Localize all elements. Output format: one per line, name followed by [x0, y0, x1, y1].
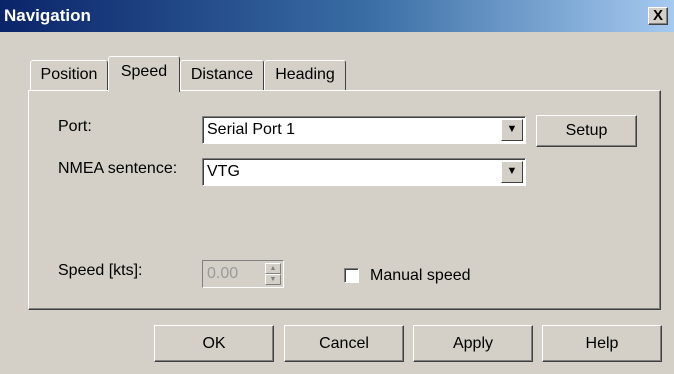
speed-spinbox: 0.00 ▲ ▼: [202, 260, 284, 288]
tab-position[interactable]: Position: [30, 60, 108, 90]
cancel-button[interactable]: Cancel: [284, 325, 404, 362]
help-button-label: Help: [585, 335, 619, 352]
apply-button[interactable]: Apply: [413, 325, 533, 362]
close-button[interactable]: X: [648, 7, 668, 25]
tab-distance-label: Distance: [190, 66, 254, 83]
port-value: Serial Port 1: [207, 121, 296, 138]
ok-button[interactable]: OK: [154, 325, 274, 362]
setup-button-label: Setup: [565, 122, 608, 139]
ok-button-label: OK: [202, 335, 226, 352]
port-select[interactable]: Serial Port 1 ▼: [202, 116, 526, 144]
tab-heading[interactable]: Heading: [264, 60, 346, 90]
tab-speed[interactable]: Speed: [108, 56, 180, 92]
spin-down-icon: ▼: [265, 274, 281, 285]
cancel-button-label: Cancel: [319, 335, 369, 352]
speed-value: 0.00: [207, 265, 239, 282]
tab-position-label: Position: [40, 66, 98, 83]
apply-button-label: Apply: [452, 335, 494, 352]
nmea-select[interactable]: VTG ▼: [202, 158, 526, 186]
chevron-down-icon[interactable]: ▼: [501, 119, 523, 141]
help-button[interactable]: Help: [542, 325, 662, 362]
title-bar: Navigation X: [0, 0, 674, 32]
tab-distance[interactable]: Distance: [180, 60, 264, 90]
nmea-label: NMEA sentence:: [58, 160, 178, 177]
spin-up-icon: ▲: [265, 263, 281, 274]
manual-speed-label[interactable]: Manual speed: [370, 267, 471, 285]
speed-label: Speed [kts]:: [58, 262, 143, 279]
port-label: Port:: [58, 118, 92, 135]
spin-buttons: ▲ ▼: [265, 263, 281, 285]
setup-button[interactable]: Setup: [536, 115, 637, 147]
window-title: Navigation: [4, 6, 91, 25]
nmea-value: VTG: [207, 163, 240, 180]
close-icon: X: [652, 7, 663, 24]
tab-heading-label: Heading: [275, 66, 335, 83]
tab-speed-label: Speed: [120, 63, 168, 80]
chevron-down-icon[interactable]: ▼: [501, 161, 523, 183]
manual-speed-checkbox[interactable]: [344, 268, 359, 283]
